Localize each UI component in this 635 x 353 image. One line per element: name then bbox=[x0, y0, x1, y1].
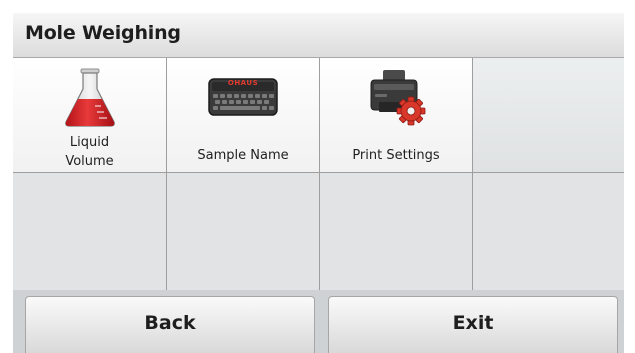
page-title: Mole Weighing bbox=[25, 22, 181, 44]
title-bar: Mole Weighing bbox=[13, 13, 624, 58]
empty-tile bbox=[473, 173, 624, 290]
liquid-volume-label-line2: Volume bbox=[65, 154, 114, 169]
mole-weighing-screen: Mole Weighing Liquid Volume OHAUS Sample… bbox=[13, 13, 624, 353]
empty-tile bbox=[167, 173, 320, 290]
empty-tile bbox=[13, 173, 167, 290]
flask-icon bbox=[64, 68, 115, 127]
keyboard-brand: OHAUS bbox=[227, 79, 259, 87]
empty-tile bbox=[473, 58, 624, 173]
empty-tile bbox=[320, 173, 473, 290]
sample-name-label: Sample Name bbox=[197, 148, 289, 163]
liquid-volume-label-line1: Liquid bbox=[69, 135, 110, 150]
liquid-volume-tile[interactable]: Liquid Volume bbox=[13, 58, 167, 173]
back-button[interactable]: Back bbox=[25, 296, 315, 353]
print-settings-label: Print Settings bbox=[352, 148, 440, 163]
bottom-button-bar: Back Exit bbox=[13, 290, 624, 353]
menu-grid: Liquid Volume OHAUS Sample Name Print Se… bbox=[13, 58, 624, 290]
print-settings-tile[interactable]: Print Settings bbox=[320, 58, 473, 173]
sample-name-tile[interactable]: OHAUS Sample Name bbox=[167, 58, 320, 173]
exit-button[interactable]: Exit bbox=[328, 296, 618, 353]
printer-settings-icon bbox=[370, 70, 426, 126]
